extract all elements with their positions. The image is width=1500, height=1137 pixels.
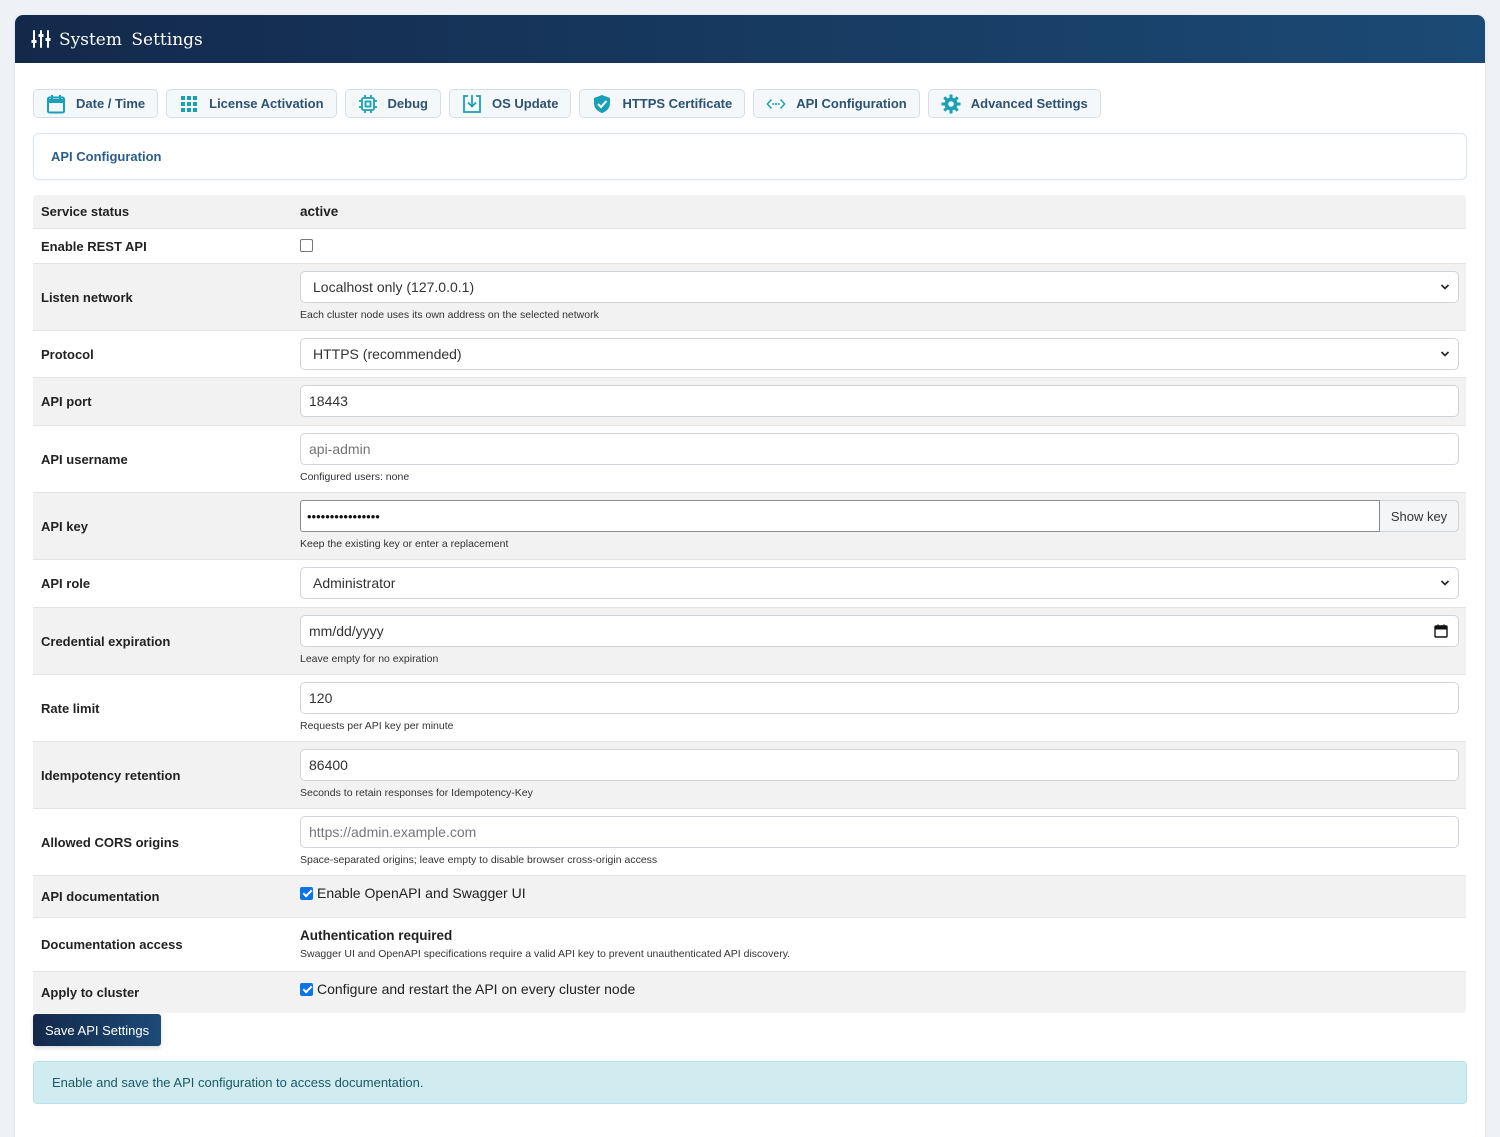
api-role-select[interactable]: Administrator [300,567,1459,599]
tab-advanced-settings[interactable]: Advanced Settings [927,89,1101,118]
api-username-input[interactable]: api-admin [300,433,1459,465]
tab-date-time[interactable]: Date / Time [33,89,159,118]
field-label: Rate limit [41,700,100,716]
listen-network-select[interactable]: Localhost only (127.0.0.1) [300,271,1459,303]
help-text: Keep the existing key or enter a replace… [300,538,509,550]
select-value: Administrator [313,575,396,591]
sliders-icon [31,30,51,48]
shield-check-icon [594,94,611,113]
tab-https-certificate[interactable]: HTTPS Certificate [579,89,746,118]
row-api-documentation: API documentation Enable OpenAPI and Swa… [33,876,1466,918]
save-api-settings-button[interactable]: Save API Settings [33,1014,162,1046]
tab-label: API Configuration [796,96,907,111]
help-text: Requests per API key per minute [300,720,454,732]
field-label: Idempotency retention [41,767,181,783]
field-label: Listen network [41,289,133,305]
field-label: Service status [41,204,130,219]
help-text: Seconds to retain responses for Idempote… [300,787,533,799]
row-allowed-cors-origins: Allowed CORS origins https://admin.examp… [33,809,1466,876]
field-label: API documentation [41,889,160,904]
help-text: Configured users: none [300,471,410,483]
chevron-down-icon [1440,284,1450,290]
tab-label: Advanced Settings [970,96,1088,111]
api-documentation-checkbox[interactable] [300,886,313,900]
tab-label: Date / Time [76,96,146,111]
settings-tabs: Date / Time License Activation Debug OS … [33,89,1109,118]
api-key-input[interactable]: •••••••••••••••• [300,500,1380,532]
settings-panel: System Settings Date / Time License Acti… [15,15,1485,1137]
select-value: HTTPS (recommended) [313,346,462,362]
select-value: Localhost only (127.0.0.1) [313,279,475,295]
service-status-value: active [300,204,339,219]
idempotency-retention-input[interactable]: 86400 [300,749,1459,781]
tab-label: HTTPS Certificate [622,96,733,111]
help-text: Space-separated origins; leave empty to … [300,854,658,866]
help-text: Each cluster node uses its own address o… [300,309,599,321]
enable-rest-api-checkbox[interactable] [300,239,313,253]
row-api-key: API key •••••••••••••••• Show key Keep t… [33,493,1466,560]
window-title: System Settings [59,30,203,50]
section-title: API Configuration [33,133,1467,180]
row-idempotency-retention: Idempotency retention 86400 Seconds to r… [33,742,1466,809]
field-label: API key [41,518,88,534]
code-icon [766,98,786,109]
credential-expiration-date-input[interactable]: mm/dd/yyyy [300,615,1459,647]
field-label: API port [41,394,92,409]
row-enable-rest-api: Enable REST API [33,229,1466,264]
field-label: API username [41,451,128,467]
field-label: Documentation access [41,937,183,952]
apply-to-cluster-checkbox[interactable] [300,982,313,996]
row-listen-network: Listen network Localhost only (127.0.0.1… [33,264,1466,331]
row-service-status: Service status active [33,195,1466,229]
row-credential-expiration: Credential expiration mm/dd/yyyy Leave e… [33,608,1466,675]
row-api-port: API port 18443 [33,378,1466,426]
chevron-down-icon [1440,580,1450,586]
help-text: Leave empty for no expiration [300,653,439,665]
help-text: Swagger UI and OpenAPI specifications re… [300,948,791,960]
cors-origins-input[interactable]: https://admin.example.com [300,816,1459,848]
row-documentation-access: Documentation access Authentication requ… [33,918,1466,972]
tab-label: Debug [387,96,428,111]
title-bar: System Settings [15,15,1485,63]
tab-debug[interactable]: Debug [344,89,441,118]
protocol-select[interactable]: HTTPS (recommended) [300,338,1459,370]
api-port-input[interactable]: 18443 [300,385,1459,417]
chip-icon [358,94,377,113]
field-label: API role [41,576,91,591]
tab-api-configuration[interactable]: API Configuration [753,89,920,118]
row-api-username: API username api-admin Configured users:… [33,426,1466,493]
download-icon [463,94,481,113]
checkbox-label: Configure and restart the API on every c… [317,981,636,997]
tab-license-activation[interactable]: License Activation [166,89,337,118]
calendar-picker-icon[interactable] [1434,624,1448,638]
row-protocol: Protocol HTTPS (recommended) [33,331,1466,378]
api-key-group: •••••••••••••••• Show key [300,500,1459,532]
gear-icon [941,94,961,113]
row-rate-limit: Rate limit 120 Requests per API key per … [33,675,1466,742]
tab-label: License Activation [209,96,324,111]
date-placeholder: mm/dd/yyyy [309,623,384,639]
row-apply-to-cluster: Apply to cluster Configure and restart t… [33,972,1466,1013]
field-label: Allowed CORS origins [41,834,179,850]
chevron-down-icon [1440,351,1450,357]
field-label: Protocol [41,346,94,362]
documentation-access-title: Authentication required [300,928,453,943]
rate-limit-input[interactable]: 120 [300,682,1459,714]
row-api-role: API role Administrator [33,560,1466,608]
tab-os-update[interactable]: OS Update [448,89,572,118]
tab-label: OS Update [491,96,559,111]
calendar-icon [47,94,65,113]
field-label: Apply to cluster [41,985,140,1000]
api-settings-form: Service status active Enable REST API Li… [33,195,1466,1013]
checkbox-label: Enable OpenAPI and Swagger UI [317,885,526,901]
grid-icon [181,95,198,112]
info-alert: Enable and save the API configuration to… [33,1061,1467,1104]
show-key-button[interactable]: Show key [1380,500,1459,532]
field-label: Enable REST API [41,238,147,254]
field-label: Credential expiration [41,633,171,649]
